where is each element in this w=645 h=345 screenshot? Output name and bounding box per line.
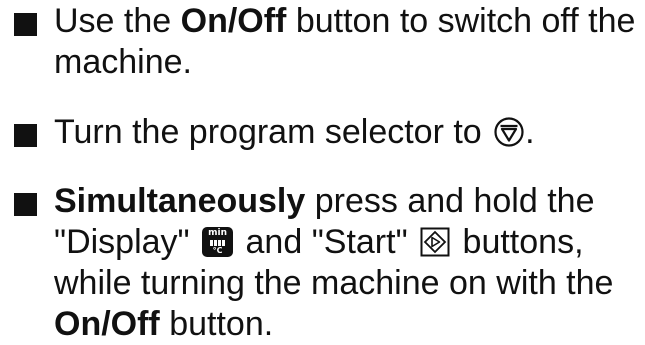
step-3-text-b: and "Start" (236, 223, 418, 261)
step-1-prefix: Use the (54, 2, 181, 40)
display-button-icon: min °C (202, 227, 234, 257)
bullet-square (14, 193, 37, 216)
bullet-square (14, 124, 37, 147)
bullet-square (14, 13, 37, 36)
instruction-list: Use the On/Off button to switch off the … (0, 0, 645, 345)
display-icon-celsius-label: °C (212, 246, 223, 255)
step-3-simultaneously-label: Simultaneously (54, 182, 306, 220)
instruction-step-3: Simultaneously press and hold the "Displ… (0, 181, 645, 345)
step-1-on-off-label: On/Off (180, 2, 287, 40)
display-icon-min-label: min (208, 228, 228, 238)
instruction-step-2: Turn the program selector to . (0, 112, 645, 153)
instruction-step-1: Use the On/Off button to switch off the … (0, 1, 645, 83)
step-2-prefix: Turn the program selector to (54, 113, 492, 151)
start-button-icon (420, 227, 450, 257)
program-selector-position-symbol-icon (494, 117, 524, 147)
step-3-text-d: button. (159, 305, 274, 343)
step-2-suffix: . (525, 113, 535, 151)
step-3-on-off-label: On/Off (54, 305, 160, 343)
